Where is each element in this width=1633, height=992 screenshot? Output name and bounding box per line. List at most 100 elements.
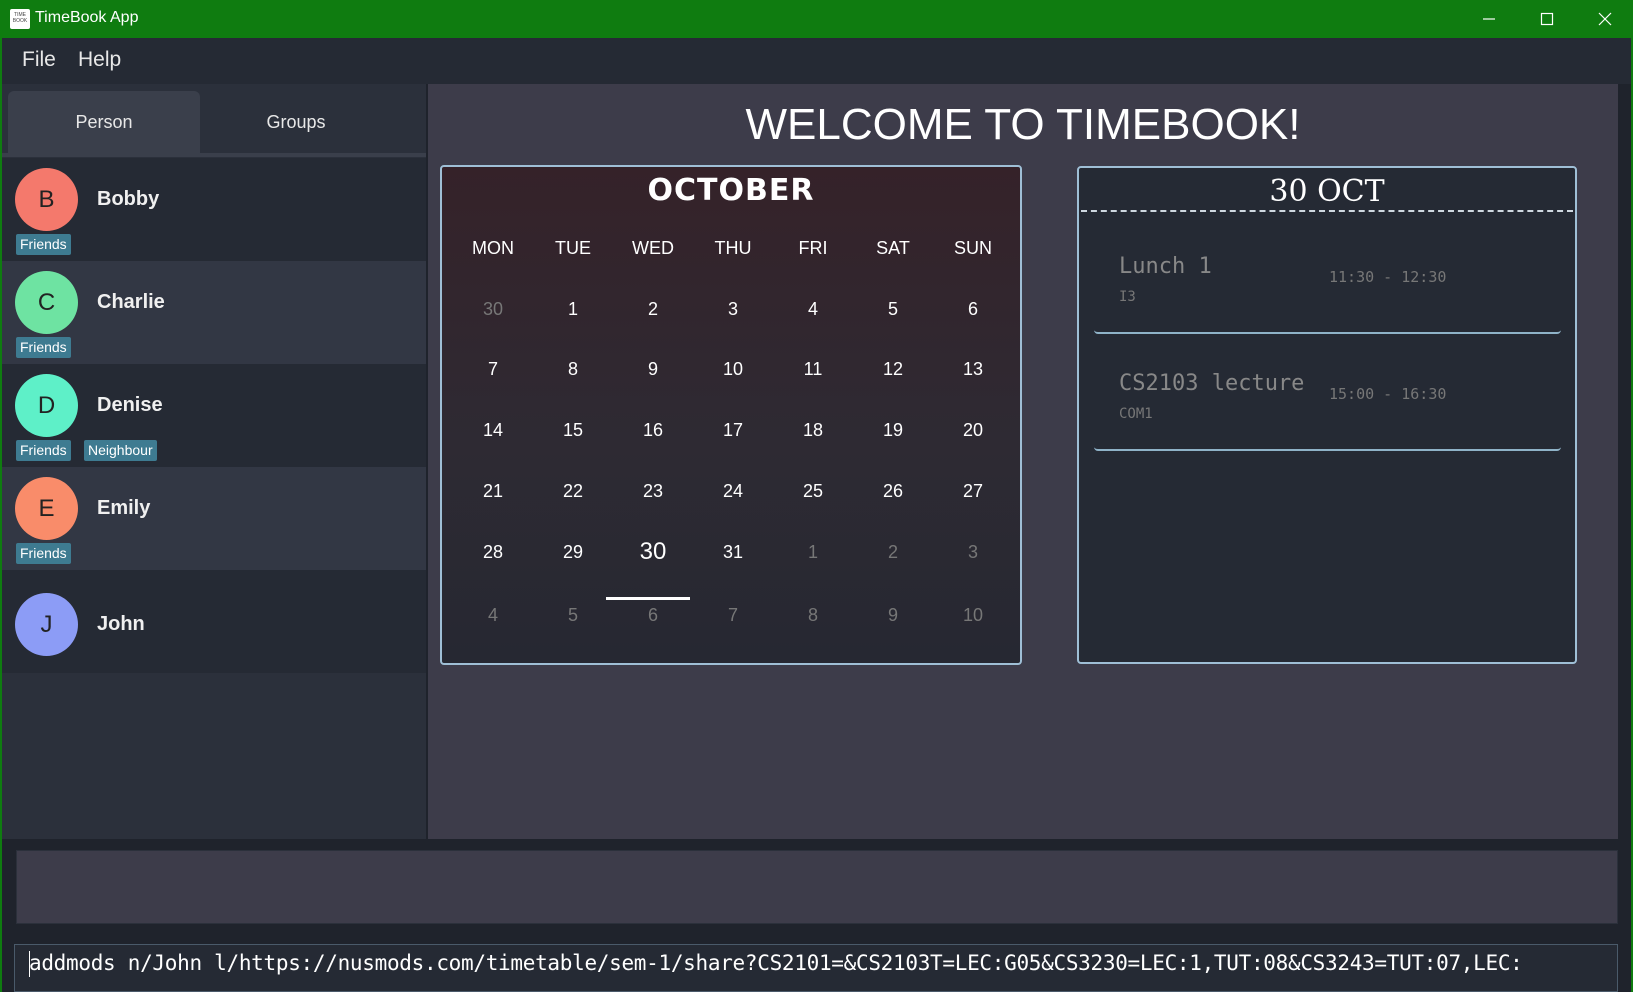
- person-name: Emily: [97, 497, 151, 519]
- calendar-day[interactable]: 4: [453, 605, 533, 626]
- calendar-day[interactable]: 15: [533, 420, 613, 441]
- calendar-day[interactable]: 10: [933, 605, 1013, 626]
- person-card[interactable]: E Emily Friends: [2, 467, 426, 570]
- calendar-day[interactable]: 11: [773, 359, 853, 380]
- avatar: B: [15, 168, 78, 231]
- calendar-day[interactable]: 3: [693, 299, 773, 320]
- tab-divider: [2, 153, 426, 157]
- menu-help[interactable]: Help: [78, 48, 121, 72]
- event-name: CS2103 lecture: [1119, 371, 1305, 396]
- tab-groups[interactable]: Groups: [200, 91, 392, 153]
- event-location: COM1: [1119, 406, 1153, 422]
- minimize-icon: [1483, 18, 1495, 20]
- event-location: I3: [1119, 289, 1136, 305]
- person-name: Charlie: [97, 291, 165, 313]
- event-card[interactable]: Lunch 1 I3 11:30 - 12:30: [1094, 214, 1561, 334]
- calendar-day[interactable]: 9: [613, 359, 693, 380]
- minimize-button[interactable]: [1460, 0, 1518, 38]
- event-card[interactable]: CS2103 lecture COM1 15:00 - 16:30: [1094, 331, 1561, 451]
- calendar-day-selected[interactable]: 30: [613, 538, 693, 566]
- calendar-day[interactable]: 30: [453, 299, 533, 320]
- text-caret: [29, 951, 30, 977]
- calendar-day[interactable]: 23: [613, 481, 693, 502]
- schedule-date: 30 OCT: [1269, 174, 1385, 209]
- app-icon: TIME BOOK: [10, 9, 30, 29]
- calendar-day[interactable]: 19: [853, 420, 933, 441]
- person-card[interactable]: D Denise Friends Neighbour: [2, 364, 426, 467]
- calendar-day[interactable]: 17: [693, 420, 773, 441]
- app-icon-label: TIME BOOK: [12, 12, 28, 24]
- tab-bar: Person Groups: [2, 84, 426, 154]
- weekday-header: MON: [472, 238, 514, 258]
- command-text[interactable]: addmods n/John l/https://nusmods.com/tim…: [29, 951, 1523, 975]
- day-schedule: 30 OCT Lunch 1 I3 11:30 - 12:30 CS2103 lect…: [1077, 166, 1577, 664]
- event-time: 15:00 - 16:30: [1329, 385, 1447, 403]
- calendar-day[interactable]: 7: [693, 605, 773, 626]
- calendar-day[interactable]: 22: [533, 481, 613, 502]
- tag-label: Friends: [16, 543, 71, 564]
- calendar-day[interactable]: 2: [853, 542, 933, 563]
- selected-day-underline: [606, 597, 690, 600]
- person-card[interactable]: J John: [2, 570, 426, 673]
- calendar-day[interactable]: 7: [453, 359, 533, 380]
- calendar-day[interactable]: 26: [853, 481, 933, 502]
- calendar-day[interactable]: 21: [453, 481, 533, 502]
- title-bar: TIME BOOK TimeBook App: [0, 0, 1633, 38]
- calendar-day[interactable]: 8: [773, 605, 853, 626]
- menu-file[interactable]: File: [22, 48, 56, 72]
- calendar-day[interactable]: 29: [533, 542, 613, 563]
- calendar-day[interactable]: 1: [773, 542, 853, 563]
- calendar-day[interactable]: 5: [853, 299, 933, 320]
- menu-bar: File Help: [0, 38, 1633, 84]
- calendar-day[interactable]: 13: [933, 359, 1013, 380]
- calendar-day[interactable]: 9: [853, 605, 933, 626]
- calendar-day[interactable]: 2: [613, 299, 693, 320]
- person-card[interactable]: C Charlie Friends: [2, 261, 426, 364]
- calendar-day[interactable]: 25: [773, 481, 853, 502]
- main-panel: WELCOME TO TIMEBOOK! OCTOBER MON TUE WED TH…: [428, 84, 1618, 839]
- calendar-day[interactable]: 24: [693, 481, 773, 502]
- maximize-button[interactable]: [1518, 0, 1576, 38]
- person-panel: Person Groups B Bobby Friends C Charlie Frien…: [2, 84, 426, 839]
- person-card[interactable]: B Bobby Friends: [2, 158, 426, 261]
- calendar-day[interactable]: 14: [453, 420, 533, 441]
- weekday-header: SUN: [953, 238, 992, 258]
- weekday-header: THU: [714, 238, 752, 258]
- avatar: E: [15, 477, 78, 540]
- weekday-header: TUE: [555, 238, 591, 258]
- avatar: D: [15, 374, 78, 437]
- close-button[interactable]: [1576, 0, 1633, 38]
- calendar-day[interactable]: 16: [613, 420, 693, 441]
- welcome-heading: WELCOME TO TIMEBOOK!: [745, 100, 1301, 149]
- calendar-day[interactable]: 8: [533, 359, 613, 380]
- calendar-day[interactable]: 10: [693, 359, 773, 380]
- person-name: John: [97, 613, 145, 635]
- calendar-day[interactable]: 18: [773, 420, 853, 441]
- avatar: C: [15, 271, 78, 334]
- calendar-day[interactable]: 28: [453, 542, 533, 563]
- person-name: Bobby: [97, 188, 160, 210]
- schedule-divider: [1081, 210, 1573, 212]
- calendar-day[interactable]: 1: [533, 299, 613, 320]
- person-name: Denise: [97, 394, 163, 416]
- calendar-day[interactable]: 3: [933, 542, 1013, 563]
- calendar-day[interactable]: 12: [853, 359, 933, 380]
- calendar-day[interactable]: 6: [613, 605, 693, 626]
- command-input[interactable]: addmods n/John l/https://nusmods.com/tim…: [14, 944, 1618, 992]
- calendar-month: OCTOBER: [647, 173, 815, 208]
- calendar-day[interactable]: 4: [773, 299, 853, 320]
- event-time: 11:30 - 12:30: [1329, 268, 1447, 286]
- tag-label: Friends: [16, 234, 71, 255]
- calendar-day[interactable]: 27: [933, 481, 1013, 502]
- calendar-day[interactable]: 20: [933, 420, 1013, 441]
- calendar-day[interactable]: 31: [693, 542, 773, 563]
- calendar-day[interactable]: 6: [933, 299, 1013, 320]
- calendar: OCTOBER MON TUE WED THU FRI SAT SUN 30 1 2 3 4 5 6 7 8 9…: [440, 165, 1022, 665]
- calendar-day[interactable]: 5: [533, 605, 613, 626]
- weekday-header: FRI: [798, 238, 828, 258]
- maximize-icon: [1540, 12, 1554, 26]
- tag-label: Friends: [16, 337, 71, 358]
- tag-label: Friends: [16, 440, 71, 461]
- avatar: J: [15, 593, 78, 656]
- tab-person[interactable]: Person: [8, 91, 200, 153]
